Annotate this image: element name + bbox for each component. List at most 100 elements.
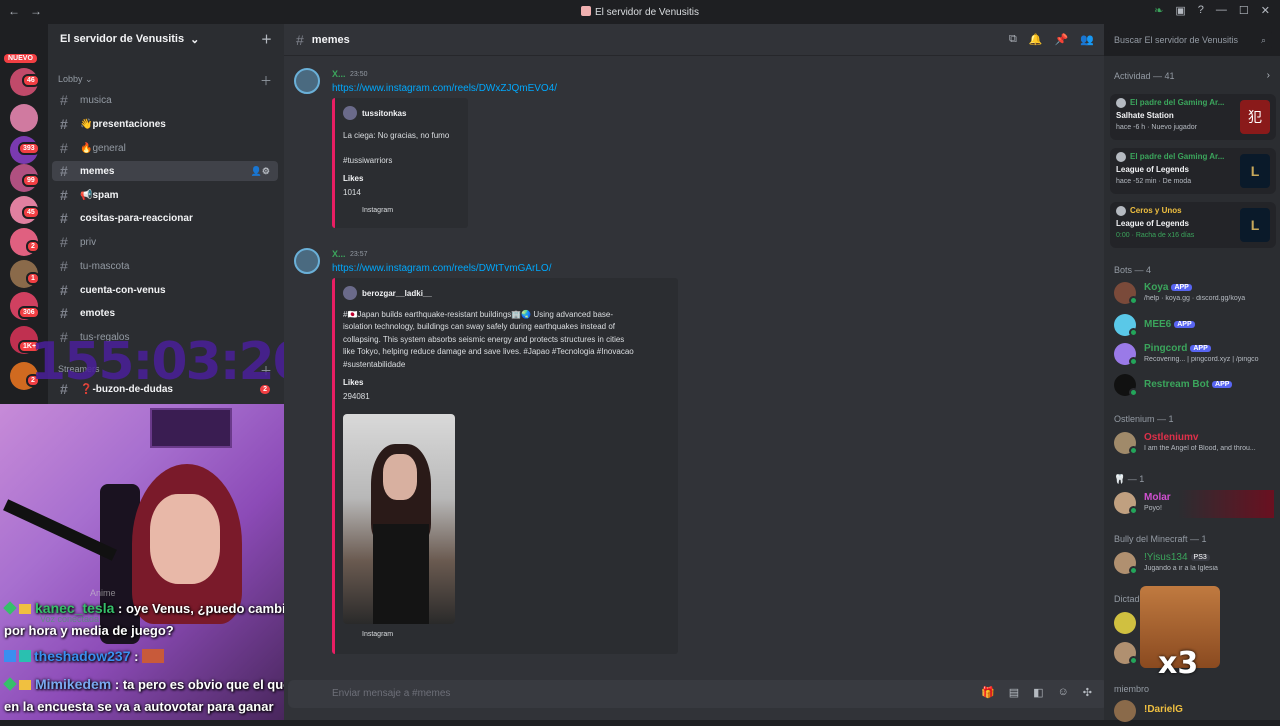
add-channel-icon[interactable]: ＋ — [260, 72, 272, 89]
nitro-leaf-icon[interactable]: ❧ — [1154, 4, 1163, 17]
message-link[interactable]: https://www.instagram.com/reels/DWtTvmGA… — [332, 263, 552, 274]
channel-priv[interactable]: # priv — [52, 232, 278, 252]
channel-emotes[interactable]: # emotes — [52, 303, 278, 323]
activity-user: El padre del Gaming Ar... — [1130, 98, 1225, 107]
category-lobby[interactable]: Lobby ⌄ — [58, 74, 93, 85]
activity-meta: hace -52 min · De moda — [1116, 178, 1192, 185]
message-link[interactable]: https://www.instagram.com/reels/DWxZJQmE… — [332, 83, 557, 94]
avatar — [1116, 98, 1126, 108]
emoji-icon[interactable]: ☺ — [1058, 686, 1069, 699]
game-art: L — [1240, 154, 1270, 188]
photo-outfit — [373, 524, 429, 624]
pin-icon[interactable]: 📌 — [1055, 33, 1069, 46]
sub-badge-icon — [3, 601, 17, 615]
author-avatar — [343, 106, 357, 120]
member-ostleniumv[interactable]: Ostleniumv I am the Angel of Blood, and … — [1114, 430, 1274, 458]
member-name: Pingcord APP — [1144, 343, 1211, 354]
member-pingcord[interactable]: Pingcord APP Recovering... | pingcord.xyz… — [1114, 341, 1274, 369]
instagram-embed: tussitonkas La ciega: No gracias, no fum… — [332, 98, 468, 228]
embed-desc-line: #🇯🇵Japan builds earthquake-resistant bui… — [343, 310, 614, 319]
mention-badge: 99 — [22, 174, 40, 187]
channel-label: memes — [80, 165, 115, 177]
embed-author: tussitonkas — [343, 106, 406, 120]
member-yisus134[interactable]: !Yisus134 PS3 Jugando a ir a la Iglesia — [1114, 550, 1274, 578]
maximize-button[interactable]: ☐ — [1239, 4, 1249, 17]
channel-general[interactable]: # 🔥general — [52, 138, 278, 158]
emote-icon — [142, 649, 165, 663]
embed-desc-line: collapsing. This system absorbs seismic … — [343, 335, 625, 344]
activity-game: Salhate Station — [1116, 111, 1174, 120]
channel-tu-mascota[interactable]: # tu-mascota — [52, 256, 278, 276]
avatar[interactable] — [294, 248, 320, 274]
composer-tools: 🎁 ▤ ◧ ☺ ✣ — [981, 686, 1092, 699]
channel-musica[interactable]: # musica — [52, 90, 278, 110]
members-icon[interactable]: 👥 — [1080, 33, 1094, 46]
help-icon[interactable]: ? — [1198, 4, 1204, 17]
threads-icon[interactable]: ⧉ — [1009, 33, 1017, 46]
channel-spam[interactable]: # 📢spam — [52, 185, 278, 205]
embed-footer: Instagram — [362, 207, 394, 214]
channel-label: cuenta-con-venus — [80, 284, 166, 296]
avatar — [1116, 206, 1126, 216]
apps-icon[interactable]: ✣ — [1083, 686, 1092, 699]
laughing-emote-overlay: x3 — [1140, 586, 1220, 681]
member-koya[interactable]: Koya APP /help · koya.gg · discord.gg/koy… — [1114, 280, 1274, 308]
member-name-text: Pingcord — [1144, 343, 1188, 354]
channel-memes[interactable]: # memes 👤⚙ — [52, 161, 278, 181]
bots-header: Bots — 4 — [1114, 265, 1152, 275]
hash-icon: # — [60, 92, 68, 108]
close-button[interactable]: ✕ — [1261, 4, 1270, 17]
member-status-text: Jugando a ir a la Iglesia — [1144, 565, 1218, 572]
channel-label: cositas-para-reaccionar — [80, 212, 193, 224]
multiplier-text: x3 — [1158, 646, 1199, 681]
chat-username: theshadow237 — [34, 648, 131, 664]
minimize-button[interactable]: — — [1216, 4, 1227, 17]
message-list: X... 23:50 https://www.instagram.com/ree… — [284, 56, 1104, 720]
inbox-icon[interactable]: ▣ — [1175, 4, 1185, 17]
bell-icon[interactable]: 🔔 — [1029, 33, 1043, 46]
window-titlebar: ← → El servidor de Venusitis ❧ ▣ ? — ☐ ✕ — [0, 0, 1280, 24]
photo-face — [383, 454, 417, 500]
avatar[interactable] — [294, 68, 320, 94]
server-icon-2[interactable] — [10, 104, 38, 132]
gift-icon[interactable]: 🎁 — [981, 686, 995, 699]
message-author[interactable]: X... — [332, 249, 346, 259]
message-input[interactable]: Enviar mensaje a #memes 🎁 ▤ ◧ ☺ ✣ — [288, 680, 1108, 708]
chat-line: kanec_tesla : oye Venus, ¿puedo cambiar … — [0, 597, 332, 642]
invite-user-icon[interactable]: ＋ — [261, 31, 272, 47]
activity-card[interactable]: El padre del Gaming Ar... League of Lege… — [1110, 148, 1276, 194]
member-status-text: I am the Angel of Blood, and throu... — [1144, 445, 1256, 452]
hash-icon: # — [60, 234, 68, 250]
chat-username: kanec_tesla — [35, 600, 115, 616]
embed-desc-line: isolation technology, buildings can sway… — [343, 322, 616, 331]
sticker-icon[interactable]: ◧ — [1033, 686, 1043, 699]
member-status-text: /help · koya.gg · discord.gg/koya — [1144, 295, 1246, 302]
channel-label: musica — [80, 94, 112, 106]
embed-image[interactable] — [343, 414, 455, 624]
chevron-right-icon[interactable]: › — [1267, 70, 1270, 81]
search-placeholder: Buscar El servidor de Venusitis — [1114, 35, 1239, 45]
channel-cositas[interactable]: # cositas-para-reaccionar — [52, 208, 278, 228]
hash-icon: # — [60, 116, 68, 132]
server-header[interactable]: El servidor de Venusitis ⌄ ＋ — [48, 24, 284, 54]
channel-settings-gear-icon[interactable]: 👤⚙ — [251, 166, 270, 177]
mention-badge: 45 — [22, 206, 40, 219]
hash-icon: # — [60, 282, 68, 298]
channel-cuenta-con-venus[interactable]: # cuenta-con-venus — [52, 280, 278, 300]
message-author[interactable]: X... — [332, 69, 346, 79]
member-restream-bot[interactable]: Restream Bot APP — [1114, 372, 1274, 400]
activity-header: Actividad — 41 — [1114, 71, 1175, 81]
channel-presentaciones[interactable]: # 👋presentaciones — [52, 114, 278, 134]
badge-icon — [4, 650, 16, 662]
activity-game: League of Legends — [1116, 165, 1189, 174]
activity-card[interactable]: El padre del Gaming Ar... Salhate Statio… — [1110, 94, 1276, 140]
new-badge: NUEVO — [4, 54, 37, 63]
member-darielg[interactable]: !DarielG — [1114, 698, 1274, 726]
member-molar[interactable]: Molar Poyo! — [1114, 490, 1274, 518]
gif-icon[interactable]: ▤ — [1009, 686, 1019, 699]
activity-card[interactable]: Ceros y Unos League of Legends 0:00 · Ra… — [1110, 202, 1276, 248]
member-mee6[interactable]: MEE6 APP — [1114, 312, 1274, 340]
search-input[interactable]: Buscar El servidor de Venusitis ⌕ — [1108, 30, 1272, 50]
member-name: Molar — [1144, 492, 1171, 503]
category-label: Lobby — [58, 74, 83, 84]
